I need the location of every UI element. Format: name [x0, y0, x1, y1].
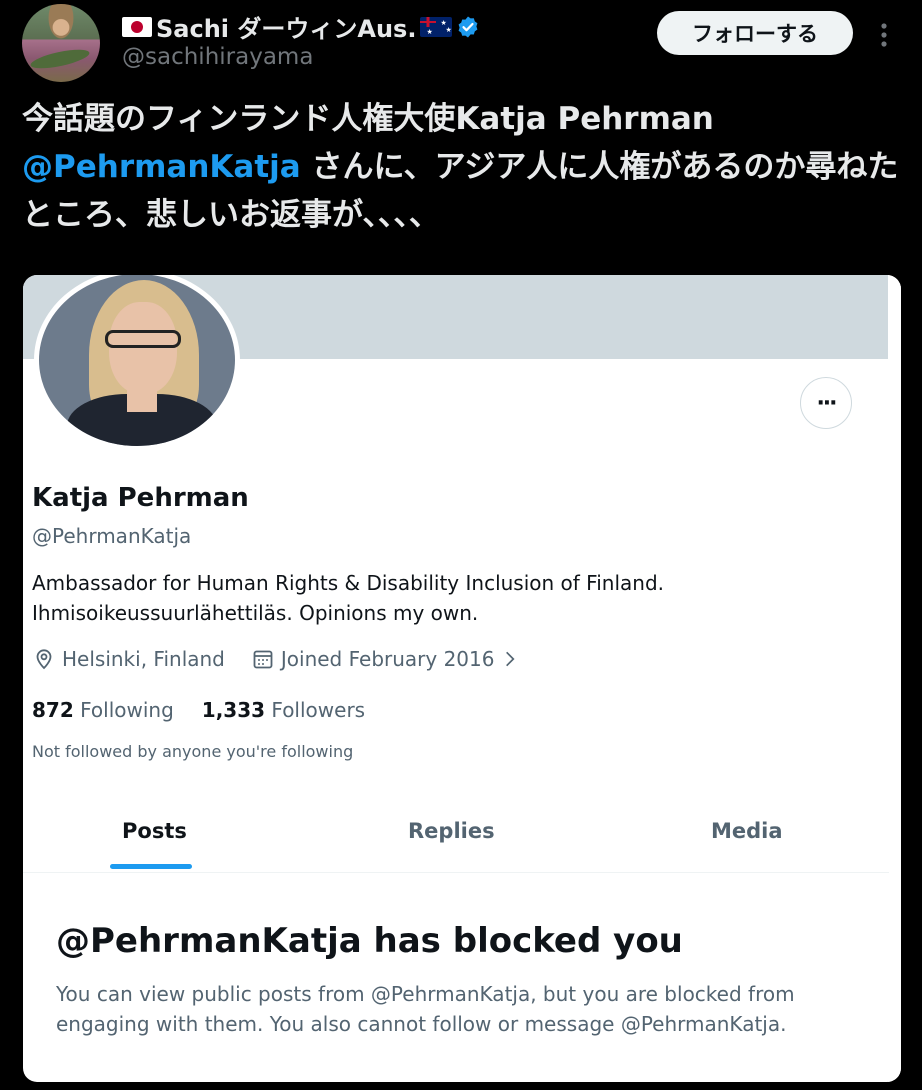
tab-posts[interactable]: Posts [122, 819, 187, 843]
following-label: Following [80, 698, 174, 722]
following-count: 872 [32, 698, 74, 722]
calendar-icon [253, 650, 273, 669]
followers-label: Followers [271, 698, 366, 722]
profile-stats: 872 Following 1,333 Followers [32, 698, 365, 722]
active-tab-indicator [110, 864, 192, 869]
profile-more-button[interactable]: ··· [800, 377, 852, 429]
tweet-text-part1: 今話題のフィンランド人権大使Katja Pehrman [22, 101, 714, 137]
followers-count: 1,333 [201, 698, 266, 722]
profile-meta: Helsinki, Finland Joined February 2016 [32, 647, 520, 671]
profile-handle: @PehrmanKatja [32, 524, 192, 548]
tweet-text: 今話題のフィンランド人権大使Katja Pehrman @PehrmanKatj… [22, 95, 902, 239]
author-name: Sachi ダーウィンAus. [156, 15, 417, 43]
profile-bio: Ambassador for Human Rights & Disability… [32, 571, 665, 625]
following-link[interactable]: 872 Following [32, 698, 174, 722]
author-name-row[interactable]: Sachi ダーウィンAus. ★ ★ ★ [122, 9, 480, 44]
japan-flag-icon [122, 16, 152, 37]
profile-location: Helsinki, Finland [62, 647, 225, 671]
more-dots-icon: ··· [816, 390, 837, 416]
blocked-title: @PehrmanKatja has blocked you [56, 921, 683, 961]
blocked-description: You can view public posts from @PehrmanK… [56, 982, 795, 1036]
author-avatar[interactable] [22, 4, 100, 82]
author-handle[interactable]: @sachihirayama [122, 44, 313, 70]
not-followed-note: Not followed by anyone you're following [32, 742, 354, 761]
location-pin-icon [36, 649, 52, 670]
profile-tabs: Posts Replies Media [23, 797, 889, 873]
australia-flag-icon: ★ ★ ★ [420, 16, 453, 37]
profile-joined: Joined February 2016 [280, 647, 495, 671]
mention-link[interactable]: @PehrmanKatja [22, 149, 301, 185]
tab-media[interactable]: Media [711, 819, 783, 843]
verified-badge-icon [459, 16, 478, 37]
tab-replies[interactable]: Replies [408, 819, 495, 843]
chevron-right-icon[interactable] [500, 647, 520, 671]
follow-button[interactable]: フォローする [657, 11, 853, 55]
profile-name: Katja Pehrman [32, 483, 249, 513]
more-options-icon[interactable] [872, 18, 896, 52]
followers-link[interactable]: 1,333 Followers [202, 698, 365, 722]
attached-image[interactable]: ··· Katja Pehrman @PehrmanKatja Ambassad… [23, 275, 901, 1082]
profile-avatar [34, 275, 240, 451]
